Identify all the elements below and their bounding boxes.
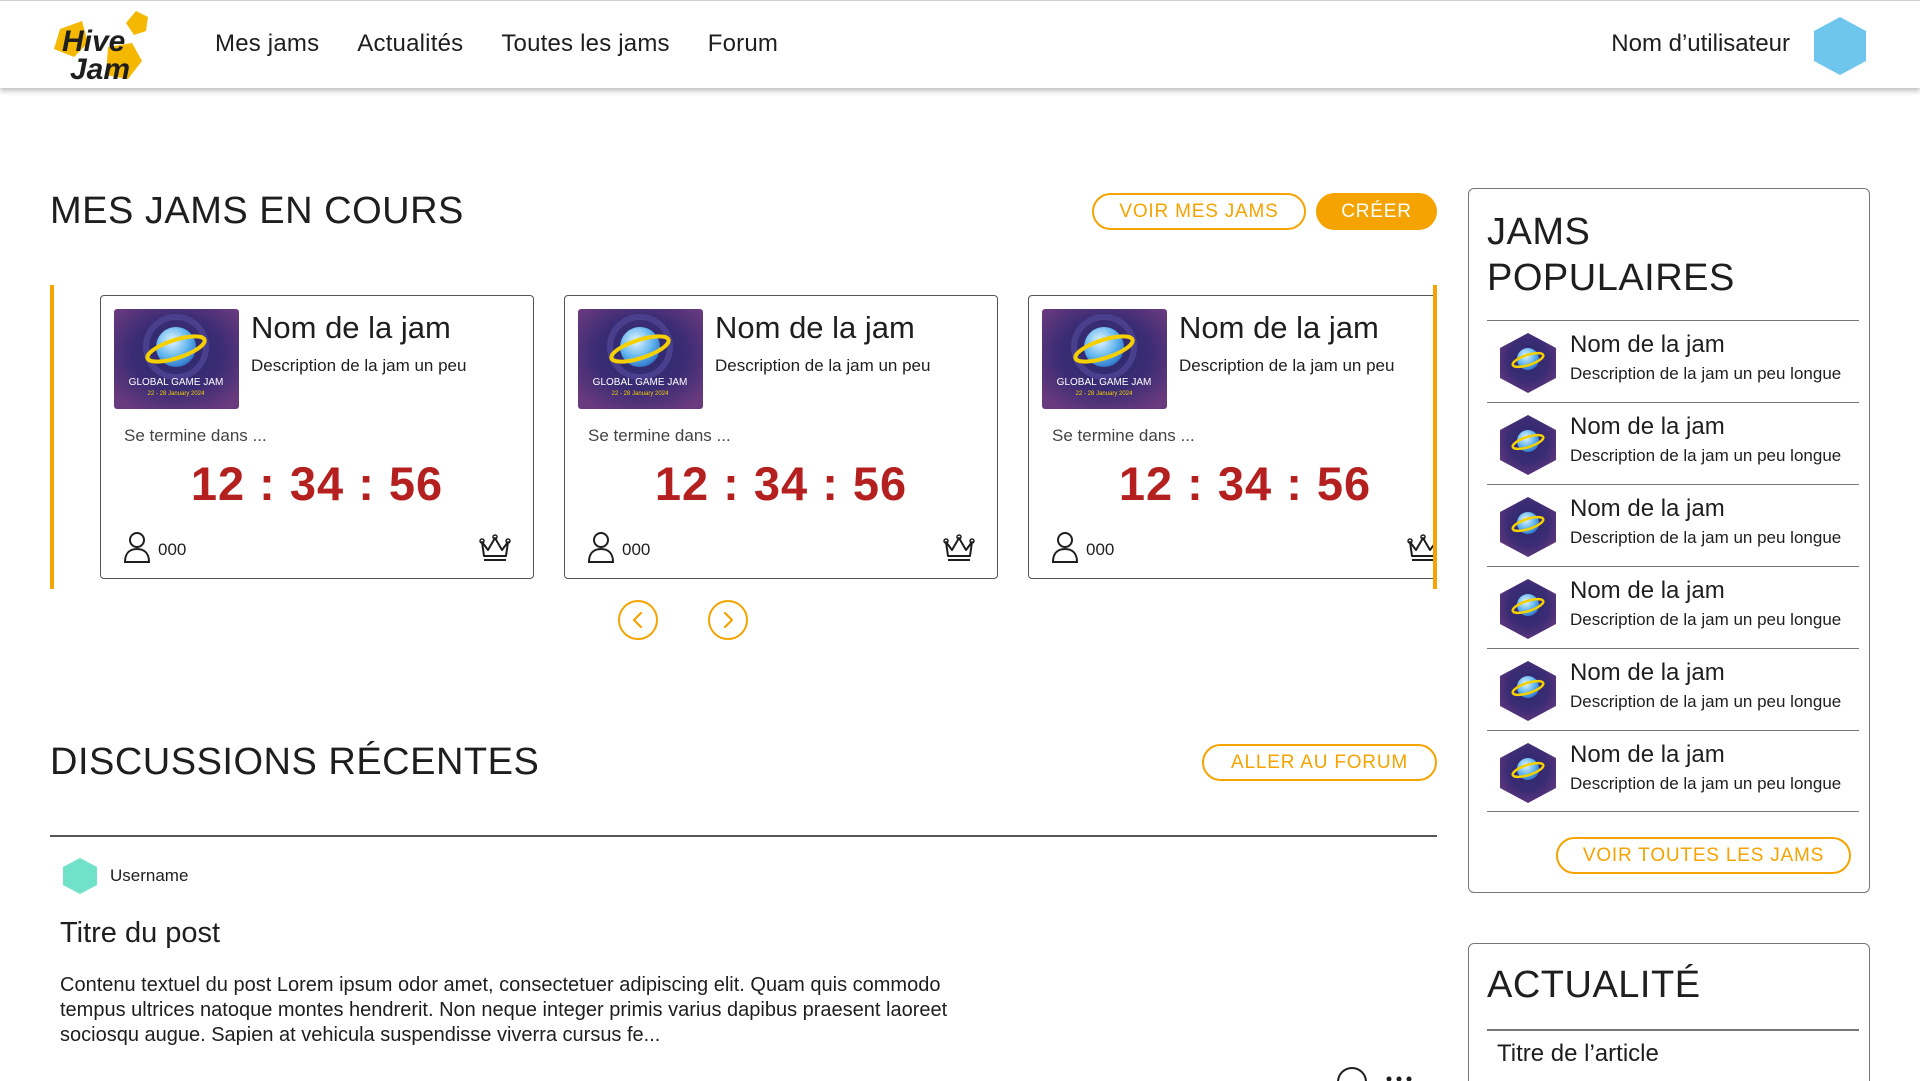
popular-jam-description: Description de la jam un peu longue: [1570, 528, 1842, 547]
participants-count: 000: [622, 540, 651, 559]
popular-jam-item[interactable]: Nom de la jam Description de la jam un p…: [1487, 402, 1859, 484]
ends-in-label: Se termine dans ...: [124, 426, 267, 445]
popular-jam-item[interactable]: Nom de la jam Description de la jam un p…: [1487, 320, 1859, 402]
recent-discussions-title: DISCUSSIONS RÉCENTES: [50, 741, 540, 783]
jam-description: Description de la jam un peu: [1179, 356, 1395, 375]
comment-icon[interactable]: [1337, 1067, 1367, 1081]
jam-thumbnail: GLOBAL GAME JAM 22 - 28 January 2024: [1042, 309, 1167, 409]
post-actions: [1335, 1066, 1425, 1081]
go-to-forum-button[interactable]: ALLER AU FORUM: [1202, 744, 1437, 781]
jam-card[interactable]: GLOBAL GAME JAM 22 - 28 January 2024 Nom…: [1028, 295, 1433, 579]
post-username[interactable]: Username: [110, 866, 188, 886]
jam-description: Description de la jam un peu: [251, 356, 467, 375]
news-panel: ACTUALITÉ Titre de l’article: [1468, 943, 1870, 1081]
chevron-right-icon: [723, 611, 734, 629]
popular-jam-name[interactable]: Nom de la jam: [1570, 659, 1725, 687]
main-nav: Mes jams Actualités Toutes les jams Foru…: [215, 30, 778, 58]
svg-text:22 - 28 January 2024: 22 - 28 January 2024: [612, 391, 669, 397]
jam-hex-thumbnail: [1499, 496, 1557, 558]
jam-hex-thumbnail: [1499, 578, 1557, 640]
popular-jam-description: Description de la jam un peu longue: [1570, 692, 1842, 711]
popular-jam-name[interactable]: Nom de la jam: [1570, 413, 1725, 441]
jam-name[interactable]: Nom de la jam: [715, 310, 915, 346]
svg-text:22 - 28 January 2024: 22 - 28 January 2024: [148, 391, 205, 397]
user-avatar[interactable]: [1812, 16, 1868, 76]
section-divider: [50, 835, 1437, 837]
news-title: ACTUALITÉ: [1487, 964, 1701, 1006]
top-nav-bar: Hive Jam Mes jams Actualités Toutes les …: [0, 0, 1920, 88]
participants-count: 000: [1086, 540, 1115, 559]
popular-jam-description: Description de la jam un peu longue: [1570, 774, 1842, 793]
popular-jam-name[interactable]: Nom de la jam: [1570, 577, 1725, 605]
hivejam-logo[interactable]: Hive Jam: [48, 9, 158, 86]
popular-jam-description: Description de la jam un peu longue: [1570, 364, 1842, 383]
jam-name[interactable]: Nom de la jam: [1179, 310, 1379, 346]
carousel-next-button[interactable]: [708, 600, 748, 640]
jam-thumbnail: GLOBAL GAME JAM 22 - 28 January 2024: [114, 309, 239, 409]
svg-text:Jam: Jam: [70, 53, 130, 85]
carousel-prev-button[interactable]: [618, 600, 658, 640]
crown-icon[interactable]: [943, 534, 975, 562]
popular-jam-name[interactable]: Nom de la jam: [1570, 331, 1725, 359]
jam-hex-thumbnail: [1499, 742, 1557, 804]
svg-text:GLOBAL GAME JAM: GLOBAL GAME JAM: [593, 377, 688, 388]
popular-jam-item[interactable]: Nom de la jam Description de la jam un p…: [1487, 730, 1859, 812]
popular-jam-description: Description de la jam un peu longue: [1570, 446, 1842, 465]
participants-count: 000: [158, 540, 187, 559]
svg-text:22 - 28 January 2024: 22 - 28 January 2024: [1076, 391, 1133, 397]
svg-text:GLOBAL GAME JAM: GLOBAL GAME JAM: [1057, 377, 1152, 388]
popular-jam-description: Description de la jam un peu longue: [1570, 610, 1842, 629]
countdown-timer: 12 : 34 : 56: [190, 457, 444, 510]
nav-forum[interactable]: Forum: [708, 30, 778, 58]
popular-jams-title: JAMS POPULAIRES: [1487, 211, 1735, 299]
nav-all-jams[interactable]: Toutes les jams: [501, 30, 669, 58]
svg-text:GLOBAL GAME JAM: GLOBAL GAME JAM: [129, 377, 224, 388]
jam-hex-thumbnail: [1499, 414, 1557, 476]
user-icon: [123, 531, 151, 563]
post-user-avatar[interactable]: [62, 857, 98, 895]
user-icon: [587, 531, 615, 563]
jam-card[interactable]: GLOBAL GAME JAM 22 - 28 January 2024 Nom…: [100, 295, 534, 579]
jam-hex-thumbnail: [1499, 332, 1557, 394]
popular-jam-item[interactable]: Nom de la jam Description de la jam un p…: [1487, 648, 1859, 730]
crown-icon[interactable]: [1407, 534, 1433, 562]
username-label[interactable]: Nom d’utilisateur: [1611, 30, 1790, 58]
countdown-timer: 12 : 34 : 56: [654, 457, 908, 510]
jam-card[interactable]: GLOBAL GAME JAM 22 - 28 January 2024 Nom…: [564, 295, 998, 579]
countdown-timer: 12 : 34 : 56: [1118, 457, 1372, 510]
crown-icon[interactable]: [479, 534, 511, 562]
create-jam-button[interactable]: CRÉER: [1316, 193, 1437, 230]
see-my-jams-button[interactable]: VOIR MES JAMS: [1092, 193, 1306, 230]
article-title[interactable]: Titre de l’article: [1497, 1040, 1659, 1068]
popular-jam-item[interactable]: Nom de la jam Description de la jam un p…: [1487, 484, 1859, 566]
popular-jam-name[interactable]: Nom de la jam: [1570, 495, 1725, 523]
user-icon: [1051, 531, 1079, 563]
popular-jams-panel: JAMS POPULAIRES Nom de la jam Descriptio…: [1468, 188, 1870, 893]
more-options-icon[interactable]: [1386, 1076, 1412, 1081]
news-divider: [1487, 1029, 1859, 1031]
popular-jam-item[interactable]: Nom de la jam Description de la jam un p…: [1487, 566, 1859, 648]
popular-jam-name[interactable]: Nom de la jam: [1570, 741, 1725, 769]
current-jams-carousel: GLOBAL GAME JAM 22 - 28 January 2024 Nom…: [50, 285, 1437, 589]
nav-my-jams[interactable]: Mes jams: [215, 30, 319, 58]
post-body: Contenu textuel du post Lorem ipsum odor…: [60, 974, 948, 1046]
chevron-left-icon: [632, 611, 643, 629]
ends-in-label: Se termine dans ...: [588, 426, 731, 445]
jam-thumbnail: GLOBAL GAME JAM 22 - 28 January 2024: [578, 309, 703, 409]
current-jams-title: MES JAMS EN COURS: [50, 190, 464, 232]
post-title[interactable]: Titre du post: [60, 917, 220, 950]
nav-news[interactable]: Actualités: [357, 30, 463, 58]
jam-hex-thumbnail: [1499, 660, 1557, 722]
jam-description: Description de la jam un peu: [715, 356, 931, 375]
see-all-jams-button[interactable]: VOIR TOUTES LES JAMS: [1556, 837, 1851, 874]
jam-name[interactable]: Nom de la jam: [251, 310, 451, 346]
ends-in-label: Se termine dans ...: [1052, 426, 1195, 445]
